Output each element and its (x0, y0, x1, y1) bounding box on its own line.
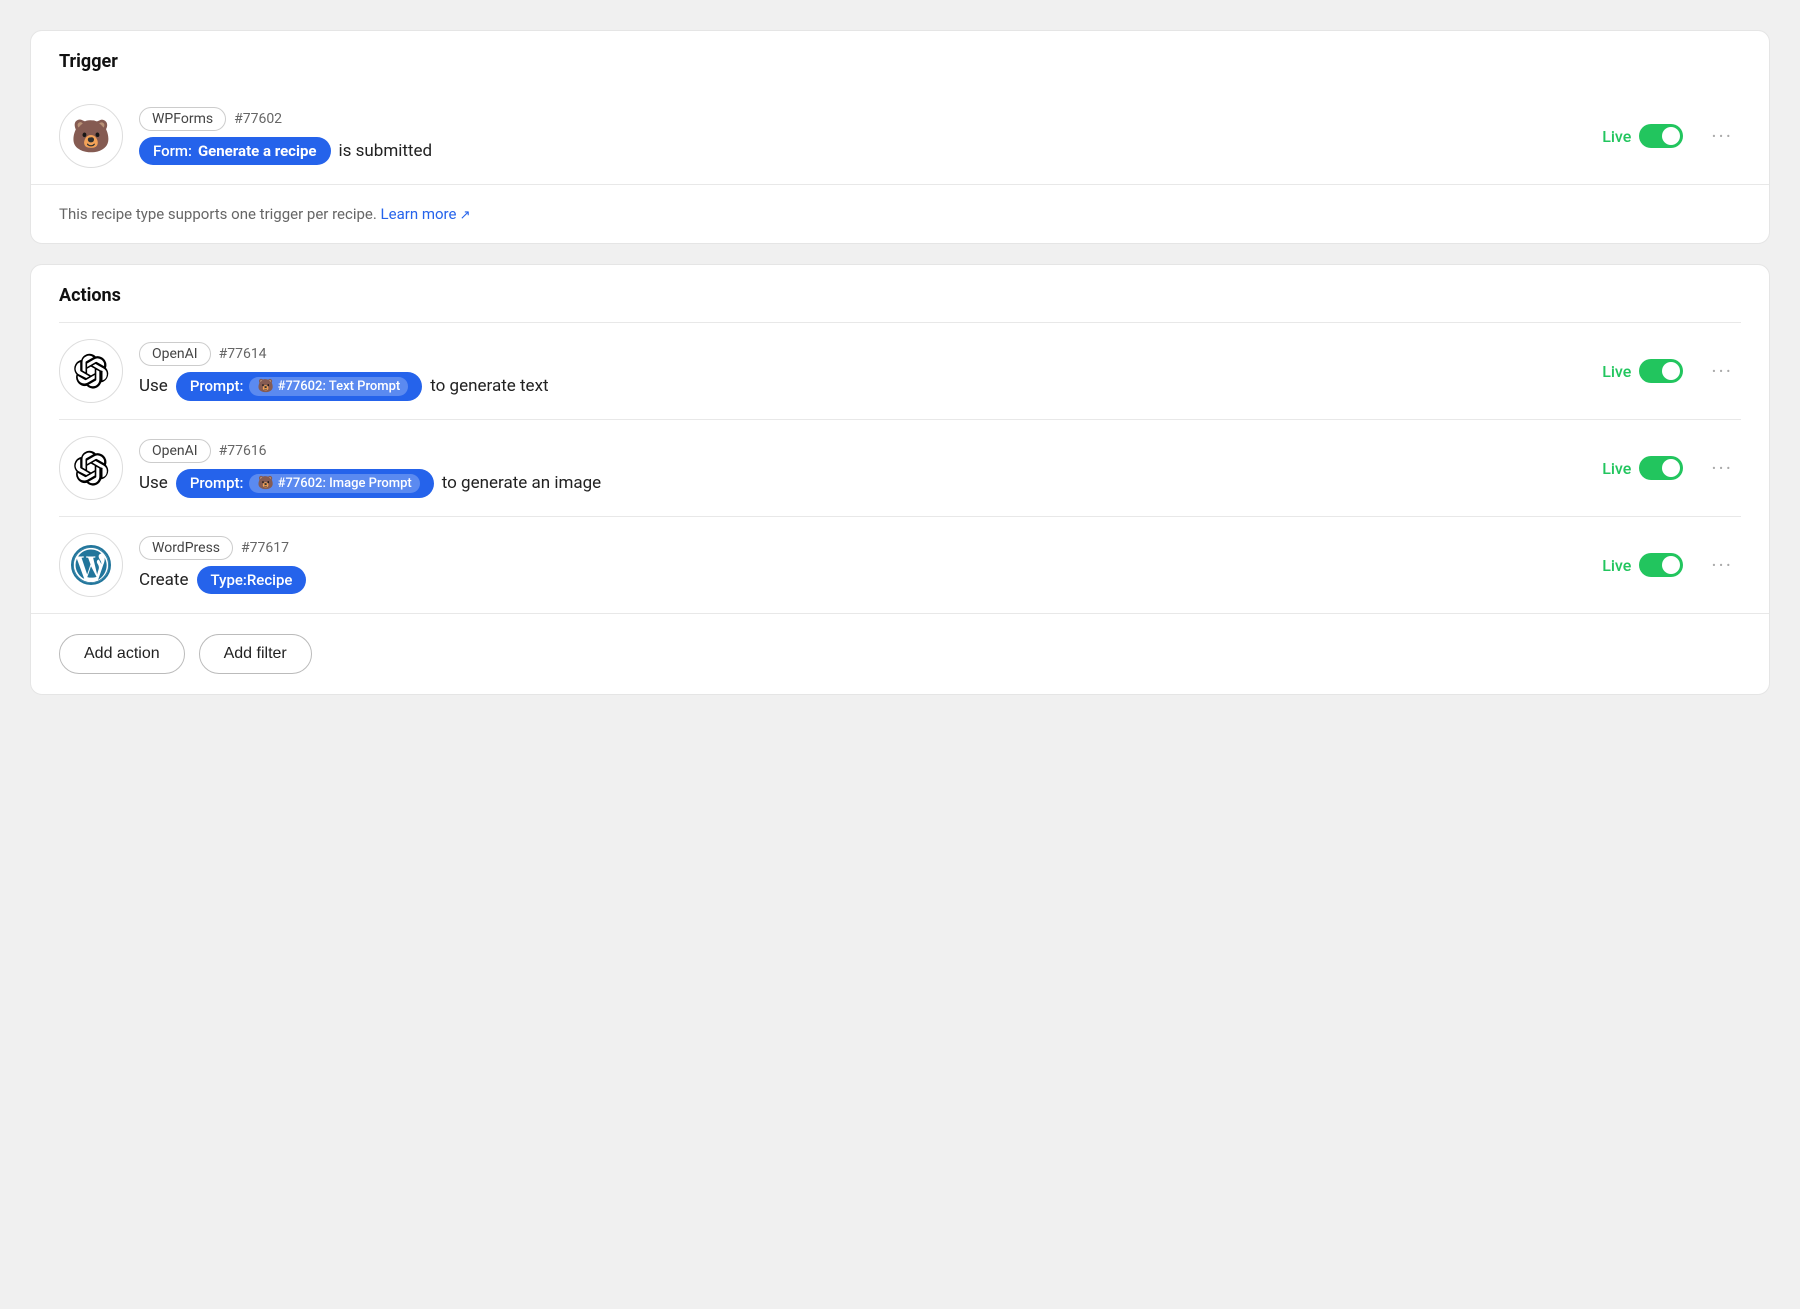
openai-icon-2 (73, 450, 109, 486)
action-3-tag[interactable]: Type:Recipe (197, 566, 307, 594)
action-3-item-id: #77617 (241, 540, 289, 556)
actions-section-title: Actions (31, 265, 1769, 322)
action-3-prefix: Create (139, 570, 189, 590)
action-1-tag[interactable]: Prompt: 🐻 #77602: Text Prompt (176, 372, 422, 401)
trigger-toggle[interactable] (1639, 124, 1683, 148)
trigger-tag-label: Form: (153, 142, 192, 160)
action-1-description: Use Prompt: 🐻 #77602: Text Prompt to gen… (139, 372, 1586, 401)
action-2-tag[interactable]: Prompt: 🐻 #77602: Image Prompt (176, 469, 434, 498)
action-2-inner-text: #77602: Image Prompt (278, 476, 412, 491)
action-1-inner-emoji: 🐻 (257, 379, 273, 394)
action-2-tag-label: Prompt: (190, 474, 244, 492)
trigger-integration-badge[interactable]: WPForms (139, 107, 226, 131)
trigger-tag-value: Generate a recipe (198, 142, 317, 160)
action-2-meta: OpenAI #77616 (139, 439, 1586, 463)
action-1-inner-badge: 🐻 #77602: Text Prompt (249, 377, 408, 396)
trigger-suffix: is submitted (339, 141, 433, 161)
action-3-integration-badge[interactable]: WordPress (139, 536, 233, 560)
trigger-learn-more-link[interactable]: Learn more (381, 205, 471, 223)
add-filter-button[interactable]: Add filter (199, 634, 312, 674)
action-1-item-id: #77614 (219, 346, 267, 362)
action-2-toggle[interactable] (1639, 456, 1683, 480)
action-3-more-button[interactable]: ··· (1703, 549, 1741, 581)
action-1-meta: OpenAI #77614 (139, 342, 1586, 366)
action-row-2: OpenAI #77616 Use Prompt: 🐻 #77602: Imag… (31, 420, 1769, 516)
action-2-live-section: Live ··· (1602, 452, 1741, 484)
action-1-live-label: Live (1602, 362, 1631, 381)
actions-footer: Add action Add filter (31, 613, 1769, 694)
action-1-prefix: Use (139, 376, 168, 396)
wpforms-icon-circle: 🐻 (59, 104, 123, 168)
trigger-info-section: This recipe type supports one trigger pe… (31, 184, 1769, 243)
action-2-suffix: to generate an image (442, 473, 601, 493)
action-2-description: Use Prompt: 🐻 #77602: Image Prompt to ge… (139, 469, 1586, 498)
trigger-row: 🐻 WPForms #77602 Form: Generate a recipe … (31, 88, 1769, 184)
wpforms-icon: 🐻 (71, 117, 111, 155)
action-3-live-section: Live ··· (1602, 549, 1741, 581)
trigger-live-section: Live ··· (1602, 120, 1741, 152)
action-3-description: Create Type:Recipe (139, 566, 1586, 594)
openai-icon-circle-1 (59, 339, 123, 403)
trigger-card: Trigger 🐻 WPForms #77602 Form: Generate a… (30, 30, 1770, 244)
wordpress-icon (71, 545, 111, 585)
trigger-section-title: Trigger (31, 31, 1769, 88)
add-action-button[interactable]: Add action (59, 634, 185, 674)
trigger-more-button[interactable]: ··· (1703, 120, 1741, 152)
trigger-info-text: This recipe type supports one trigger pe… (59, 205, 377, 223)
action-3-live-label: Live (1602, 556, 1631, 575)
trigger-description: Form: Generate a recipe is submitted (139, 137, 1586, 165)
trigger-item-id: #77602 (234, 111, 282, 127)
trigger-tag[interactable]: Form: Generate a recipe (139, 137, 331, 165)
action-row-1: OpenAI #77614 Use Prompt: 🐻 #77602: Text… (31, 323, 1769, 419)
action-3-content: WordPress #77617 Create Type:Recipe (139, 536, 1586, 594)
action-row-3: WordPress #77617 Create Type:Recipe Live… (31, 517, 1769, 613)
action-1-integration-badge[interactable]: OpenAI (139, 342, 211, 366)
openai-icon-1 (73, 353, 109, 389)
trigger-live-label: Live (1602, 127, 1631, 146)
action-2-inner-badge: 🐻 #77602: Image Prompt (249, 474, 419, 493)
openai-icon-circle-2 (59, 436, 123, 500)
action-3-meta: WordPress #77617 (139, 536, 1586, 560)
action-1-suffix: to generate text (430, 376, 548, 396)
action-2-content: OpenAI #77616 Use Prompt: 🐻 #77602: Imag… (139, 439, 1586, 498)
action-2-more-button[interactable]: ··· (1703, 452, 1741, 484)
action-2-prefix: Use (139, 473, 168, 493)
action-1-tag-label: Prompt: (190, 377, 244, 395)
trigger-content: WPForms #77602 Form: Generate a recipe is… (139, 107, 1586, 165)
action-2-live-label: Live (1602, 459, 1631, 478)
action-2-inner-emoji: 🐻 (257, 476, 273, 491)
action-1-live-section: Live ··· (1602, 355, 1741, 387)
action-2-item-id: #77616 (219, 443, 267, 459)
action-1-toggle[interactable] (1639, 359, 1683, 383)
action-2-integration-badge[interactable]: OpenAI (139, 439, 211, 463)
wordpress-icon-circle (59, 533, 123, 597)
actions-card: Actions OpenAI #77614 Use Prompt: 🐻 #776… (30, 264, 1770, 695)
action-1-more-button[interactable]: ··· (1703, 355, 1741, 387)
action-3-toggle[interactable] (1639, 553, 1683, 577)
trigger-meta: WPForms #77602 (139, 107, 1586, 131)
action-1-inner-text: #77602: Text Prompt (278, 379, 401, 394)
action-1-content: OpenAI #77614 Use Prompt: 🐻 #77602: Text… (139, 342, 1586, 401)
